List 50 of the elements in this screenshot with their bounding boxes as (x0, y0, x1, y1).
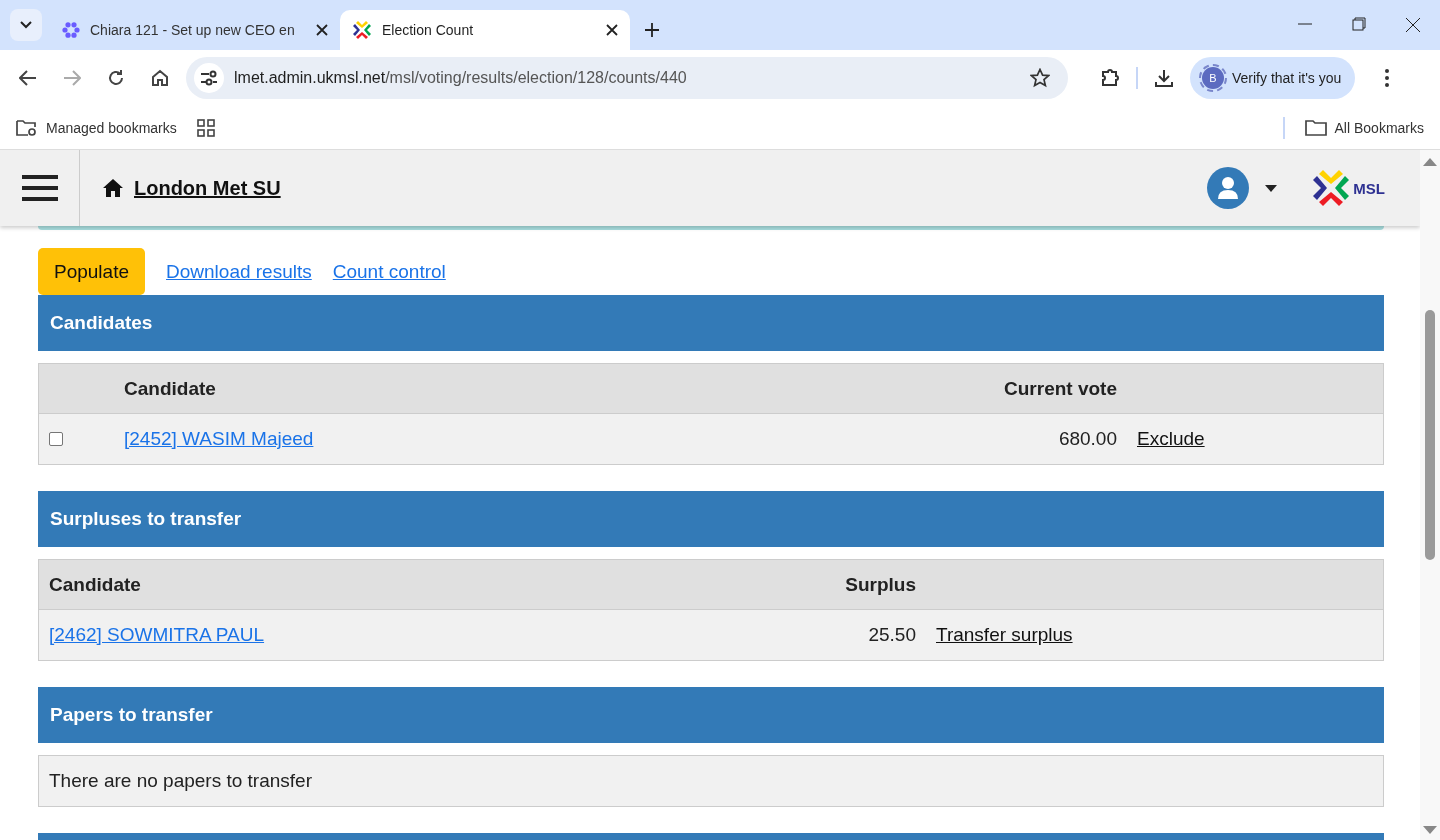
vote-cell: 680.00 (1058, 428, 1117, 450)
candidate-link[interactable]: [2452] WASIM Majeed (124, 428, 314, 449)
column-header: Surplus (845, 573, 916, 596)
reload-icon[interactable] (107, 69, 125, 87)
chevron-icon (20, 21, 32, 29)
scrollbar[interactable] (1420, 150, 1440, 840)
transfer-link[interactable]: Transfer surplus (936, 624, 1073, 645)
empty-message: There are no papers to transfer (49, 770, 312, 792)
site-title-link[interactable]: London Met SU (134, 176, 281, 200)
browser-tab[interactable]: Chiara 121 - Set up new CEO en (50, 10, 340, 50)
address-bar[interactable]: lmet.admin.ukmsl.net/msl/voting/results/election/128/counts/440 (186, 57, 1068, 99)
apps-icon[interactable] (196, 118, 215, 137)
puzzle-icon[interactable] (1100, 68, 1120, 88)
section-header: Candidates (38, 295, 1384, 351)
candidate-link[interactable]: [2462] SOWMITRA PAUL (49, 624, 265, 645)
checkbox[interactable] (49, 432, 63, 446)
column-header: Current vote (1004, 377, 1117, 400)
menu-icon[interactable] (1385, 69, 1390, 87)
logo-icon (352, 20, 372, 40)
back-icon[interactable] (19, 70, 37, 86)
close-icon[interactable] (316, 24, 328, 36)
logo-icon (1311, 168, 1352, 208)
exclude-link[interactable]: Exclude (1137, 428, 1205, 449)
user-avatar[interactable] (1207, 167, 1250, 209)
populate-button[interactable]: Populate (38, 248, 145, 295)
column-header: Candidate (49, 573, 142, 596)
caret-icon[interactable] (1265, 184, 1278, 192)
bookmark-folder[interactable]: Managed bookmarks (16, 118, 177, 137)
flower-icon (62, 21, 80, 39)
column-header: Candidate (124, 377, 217, 400)
section-header: Surpluses to transfer (38, 491, 1384, 547)
folder-icon (1304, 118, 1327, 137)
section-header: Papers to transfer (38, 687, 1384, 743)
star-icon[interactable] (1030, 68, 1050, 88)
menu-icon[interactable] (21, 174, 58, 202)
download-icon[interactable] (1154, 68, 1174, 88)
new-tab-icon[interactable] (644, 22, 660, 38)
folder-icon (16, 118, 38, 137)
home-icon (102, 178, 124, 198)
link[interactable]: Count control (332, 260, 446, 283)
home-icon[interactable] (151, 69, 169, 87)
profile-button[interactable]: B Verify that it's you (1190, 57, 1356, 99)
link[interactable]: Download results (166, 260, 312, 283)
bookmark-folder[interactable]: All Bookmarks (1304, 118, 1424, 137)
site-settings-icon[interactable] (200, 70, 218, 86)
browser-tab[interactable]: Election Count (340, 10, 630, 50)
logo-text: MSL (1353, 179, 1385, 197)
close-icon[interactable] (606, 24, 618, 36)
surplus-cell: 25.50 (868, 624, 916, 646)
tab-search-button[interactable] (10, 9, 42, 41)
